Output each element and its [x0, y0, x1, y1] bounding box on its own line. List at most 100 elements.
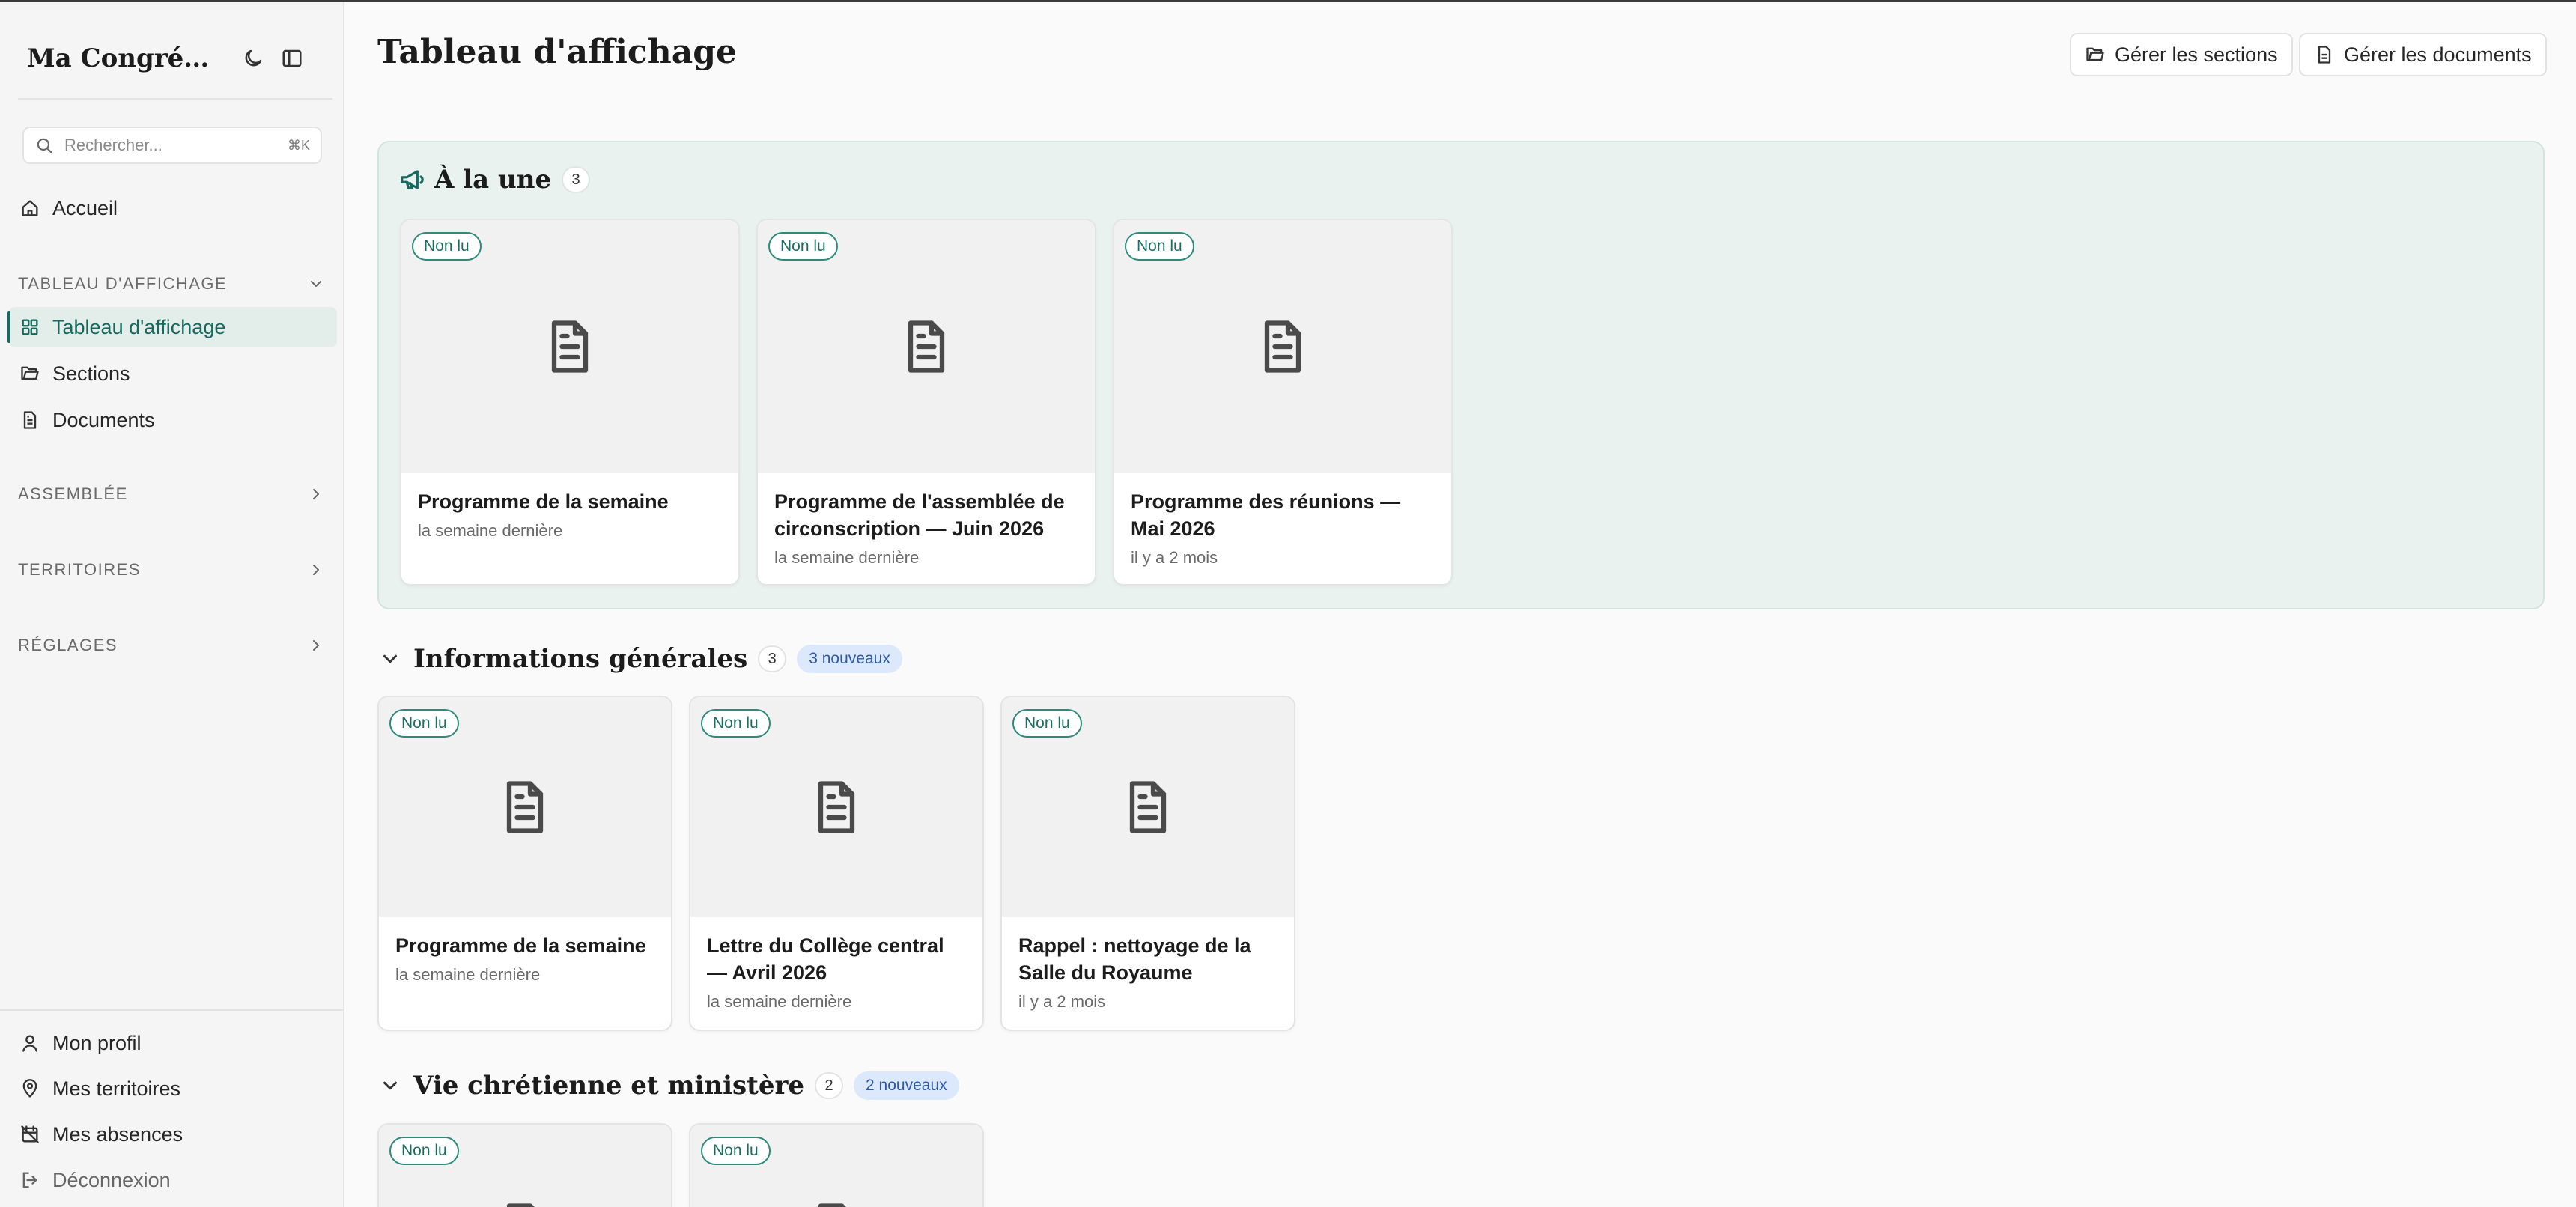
brand-row: Ma Congrégation	[27, 40, 326, 77]
window-top-border	[0, 0, 2576, 2]
folder-open-icon	[21, 366, 39, 380]
info-new-badge: 3 nouveaux	[797, 645, 902, 673]
card-timestamp: il y a 2 mois	[1018, 992, 1106, 1011]
chevron-right-icon	[313, 565, 319, 575]
card-title: Lettre du Collège central — Avril 2026	[707, 934, 944, 984]
ministry-count-badge: 2	[815, 1072, 844, 1099]
user-icon	[22, 1035, 37, 1052]
featured-section-header: À la une 3	[398, 165, 591, 195]
card-body: Rappel : nettoyage de la Salle du Royaum…	[1018, 932, 1281, 1013]
sidebar-item-label: Documents	[52, 408, 155, 431]
document-icon	[1264, 320, 1301, 373]
moon-icon	[245, 49, 262, 67]
card-timestamp: la semaine dernière	[707, 992, 852, 1011]
unread-badge: Non lu	[1125, 232, 1194, 261]
home-icon	[22, 200, 38, 216]
document-card[interactable]: Non lu Programme de la semaine la semain…	[377, 696, 672, 1031]
unread-badge: Non lu	[389, 1137, 459, 1165]
document-card[interactable]: Non lu Programme de l'assemblée de circo…	[756, 219, 1096, 586]
unread-badge: Non lu	[701, 709, 771, 738]
folder-open-icon	[2086, 47, 2104, 61]
info-section-title: Informations générales	[413, 644, 748, 674]
document-card[interactable]: Non lu Programme de la semaine la semain…	[400, 219, 740, 586]
card-body: Programme de l'assemblée de circonscript…	[774, 488, 1081, 569]
theme-toggle-button[interactable]	[237, 42, 270, 75]
document-icon	[818, 1203, 846, 1207]
sidebar-item-label: Sections	[52, 362, 130, 385]
calendar-off-icon	[21, 1125, 39, 1143]
card-timestamp: la semaine dernière	[395, 965, 541, 984]
card-body: Programme de la semaine la semaine derni…	[395, 932, 657, 986]
sidebar-item-sections[interactable]: Sections	[9, 353, 337, 394]
sidebar-panel-icon	[282, 49, 302, 67]
manage-sections-button[interactable]: Gérer les sections	[2070, 33, 2293, 76]
featured-section-title: À la une	[434, 165, 552, 195]
featured-count-badge: 3	[562, 166, 591, 193]
card-timestamp: la semaine dernière	[774, 548, 920, 567]
chevron-down-icon	[383, 1081, 397, 1090]
card-body: Lettre du Collège central — Avril 2026 l…	[707, 932, 969, 1013]
chevron-down-icon	[383, 654, 397, 663]
sidebar-section-territoires[interactable]: TERRITOIRES	[18, 555, 325, 585]
sidebar-item-deconnexion[interactable]: Déconnexion	[9, 1160, 337, 1200]
info-section-header[interactable]: Informations générales 3 3 nouveaux	[379, 644, 902, 674]
megaphone-icon	[401, 170, 424, 189]
search-icon	[37, 138, 52, 153]
unread-badge: Non lu	[768, 232, 838, 261]
sidebar-divider	[18, 98, 332, 100]
unread-badge: Non lu	[1012, 709, 1082, 738]
sidebar-item-label: Tableau d'affichage	[52, 315, 226, 338]
document-icon	[551, 320, 589, 373]
info-count-badge: 3	[758, 645, 787, 672]
card-title: Programme de l'assemblée de circonscript…	[774, 490, 1065, 540]
search-input[interactable]: Rechercher... ⌘K	[22, 127, 322, 164]
search-shortcut: ⌘K	[287, 137, 310, 153]
chevron-right-icon	[313, 640, 319, 651]
sidebar-section-label: RÉGLAGES	[18, 636, 118, 654]
sidebar-item-label: Mes absences	[52, 1122, 183, 1146]
document-card[interactable]: Non lu	[377, 1123, 672, 1207]
document-card[interactable]: Non lu Lettre du Collège central — Avril…	[689, 696, 984, 1031]
sidebar-item-accueil[interactable]: Accueil	[9, 188, 337, 228]
search-placeholder: Rechercher...	[64, 136, 162, 154]
sidebar-item-mon-profil[interactable]: Mon profil	[9, 1023, 337, 1063]
sidebar-item-label: Mes territoires	[52, 1077, 181, 1100]
sidebar-section-assemblee[interactable]: ASSEMBLÉE	[18, 479, 325, 509]
manage-documents-button[interactable]: Gérer les documents	[2299, 33, 2547, 76]
ministry-new-badge: 2 nouveaux	[854, 1071, 959, 1100]
grid-icon	[22, 319, 38, 335]
sidebar-section-tableau[interactable]: TABLEAU D'AFFICHAGE	[18, 269, 325, 299]
document-card[interactable]: Non lu Rappel : nettoyage de la Salle du…	[1000, 696, 1295, 1031]
sidebar-section-reglages[interactable]: RÉGLAGES	[18, 630, 325, 660]
sidebar-footer-divider	[0, 1009, 343, 1011]
card-body: Programme des réunions — Mai 2026 il y a…	[1131, 488, 1438, 569]
card-body: Programme de la semaine la semaine derni…	[418, 488, 725, 542]
card-title: Programme de la semaine	[418, 490, 669, 513]
unread-badge: Non lu	[389, 709, 459, 738]
sidebar-item-tableau-affichage[interactable]: Tableau d'affichage	[7, 307, 337, 347]
sidebar-toggle-button[interactable]	[276, 42, 309, 75]
sidebar: Ma Congrégation Rechercher... ⌘K Accueil…	[0, 2, 344, 1207]
sidebar-item-label: Déconnexion	[52, 1168, 171, 1191]
card-timestamp: il y a 2 mois	[1131, 548, 1218, 567]
sidebar-item-mes-absences[interactable]: Mes absences	[9, 1114, 337, 1155]
document-icon	[506, 1203, 535, 1207]
sidebar-item-label: Accueil	[52, 196, 118, 219]
ministry-section-title: Vie chrétienne et ministère	[413, 1071, 805, 1101]
logout-icon	[22, 1172, 37, 1188]
chevron-right-icon	[313, 489, 319, 499]
document-card[interactable]: Non lu Programme des réunions — Mai 2026…	[1113, 219, 1453, 586]
document-card[interactable]: Non lu	[689, 1123, 984, 1207]
sidebar-item-documents[interactable]: Documents	[9, 400, 337, 440]
ministry-section-header[interactable]: Vie chrétienne et ministère 2 2 nouveaux	[379, 1071, 959, 1101]
document-icon	[818, 781, 855, 833]
sidebar-item-mes-territoires[interactable]: Mes territoires	[9, 1068, 337, 1109]
sidebar-section-label: TERRITOIRES	[18, 560, 142, 579]
manage-documents-label: Gérer les documents	[2344, 43, 2532, 66]
card-title: Programme de la semaine	[395, 934, 646, 957]
document-icon	[908, 320, 945, 373]
sidebar-item-label: Mon profil	[52, 1031, 142, 1054]
document-icon	[506, 781, 544, 833]
map-pin-icon	[22, 1079, 37, 1098]
manage-sections-label: Gérer les sections	[2115, 43, 2278, 66]
